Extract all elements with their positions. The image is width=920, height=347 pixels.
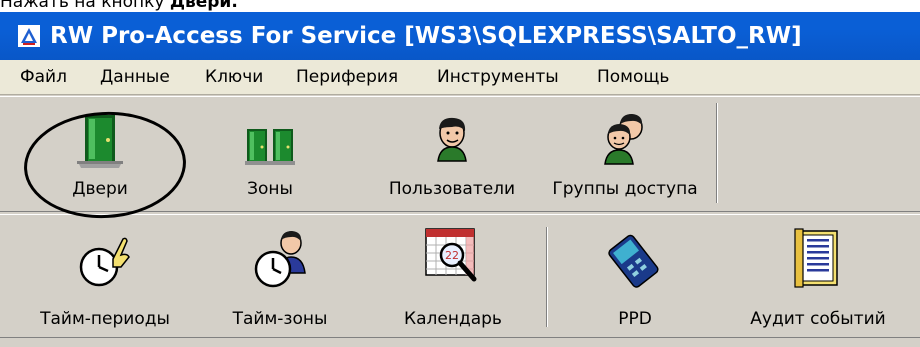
event-audit-button[interactable]: Аудит событий — [728, 215, 908, 337]
menu-help[interactable]: Помощь — [597, 60, 669, 94]
calendar-label: Календарь — [404, 309, 502, 329]
audit-log-icon — [794, 228, 838, 288]
svg-text:22: 22 — [445, 249, 459, 262]
menu-peripherals[interactable]: Периферия — [296, 60, 398, 94]
clock-user-icon — [254, 231, 306, 288]
users-label: Пользователи — [388, 179, 516, 199]
menu-tools[interactable]: Инструменты — [437, 60, 559, 94]
zones-label: Зоны — [247, 179, 293, 199]
doors-button[interactable]: Двери — [40, 97, 160, 211]
ppd-label: PPD — [618, 309, 652, 329]
time-periods-label: Тайм-периоды — [40, 309, 170, 329]
user-group-icon — [604, 114, 643, 165]
menu-data[interactable]: Данные — [100, 60, 170, 94]
access-groups-button[interactable]: Группы доступа — [540, 97, 710, 211]
access-groups-label: Группы доступа — [552, 179, 698, 199]
time-periods-button[interactable]: Тайм-периоды — [20, 215, 190, 337]
ppd-device-icon — [608, 234, 659, 288]
main-toolbar: Двери Зоны Пользователи Группы доступа — [0, 96, 920, 212]
ppd-button[interactable]: PPD — [570, 215, 700, 337]
toolbar-separator — [716, 103, 718, 203]
secondary-toolbar: Тайм-периоды Тайм-зоны 22 Календарь PPD … — [0, 214, 920, 338]
title-bar[interactable]: RW Pro-Access For Service [WS3\SQLEXPRES… — [0, 12, 920, 60]
time-zones-button[interactable]: Тайм-зоны — [210, 215, 350, 337]
user-icon — [437, 117, 467, 162]
toolbar-separator-2 — [546, 227, 548, 327]
calendar-icon: 22 — [425, 228, 477, 282]
window-title: RW Pro-Access For Service [WS3\SQLEXPRES… — [50, 23, 802, 49]
doors-label: Двери — [72, 179, 128, 199]
caption-bold: Двери. — [169, 0, 238, 12]
menu-bar: Файл Данные Ключи Периферия Инструменты … — [0, 60, 920, 95]
app-icon — [18, 25, 40, 47]
calendar-button[interactable]: 22 Календарь — [378, 215, 528, 337]
menu-file[interactable]: Файл — [20, 60, 67, 94]
users-button[interactable]: Пользователи — [372, 97, 532, 211]
door-icon — [77, 115, 123, 168]
zones-button[interactable]: Зоны — [210, 97, 330, 211]
clock-hand-icon — [79, 237, 130, 287]
event-audit-label: Аудит событий — [750, 309, 886, 329]
time-zones-label: Тайм-зоны — [232, 309, 328, 329]
menu-keys[interactable]: Ключи — [205, 60, 263, 94]
caption-prefix: Нажать на кнопку — [0, 0, 170, 12]
zones-icon — [245, 129, 295, 165]
